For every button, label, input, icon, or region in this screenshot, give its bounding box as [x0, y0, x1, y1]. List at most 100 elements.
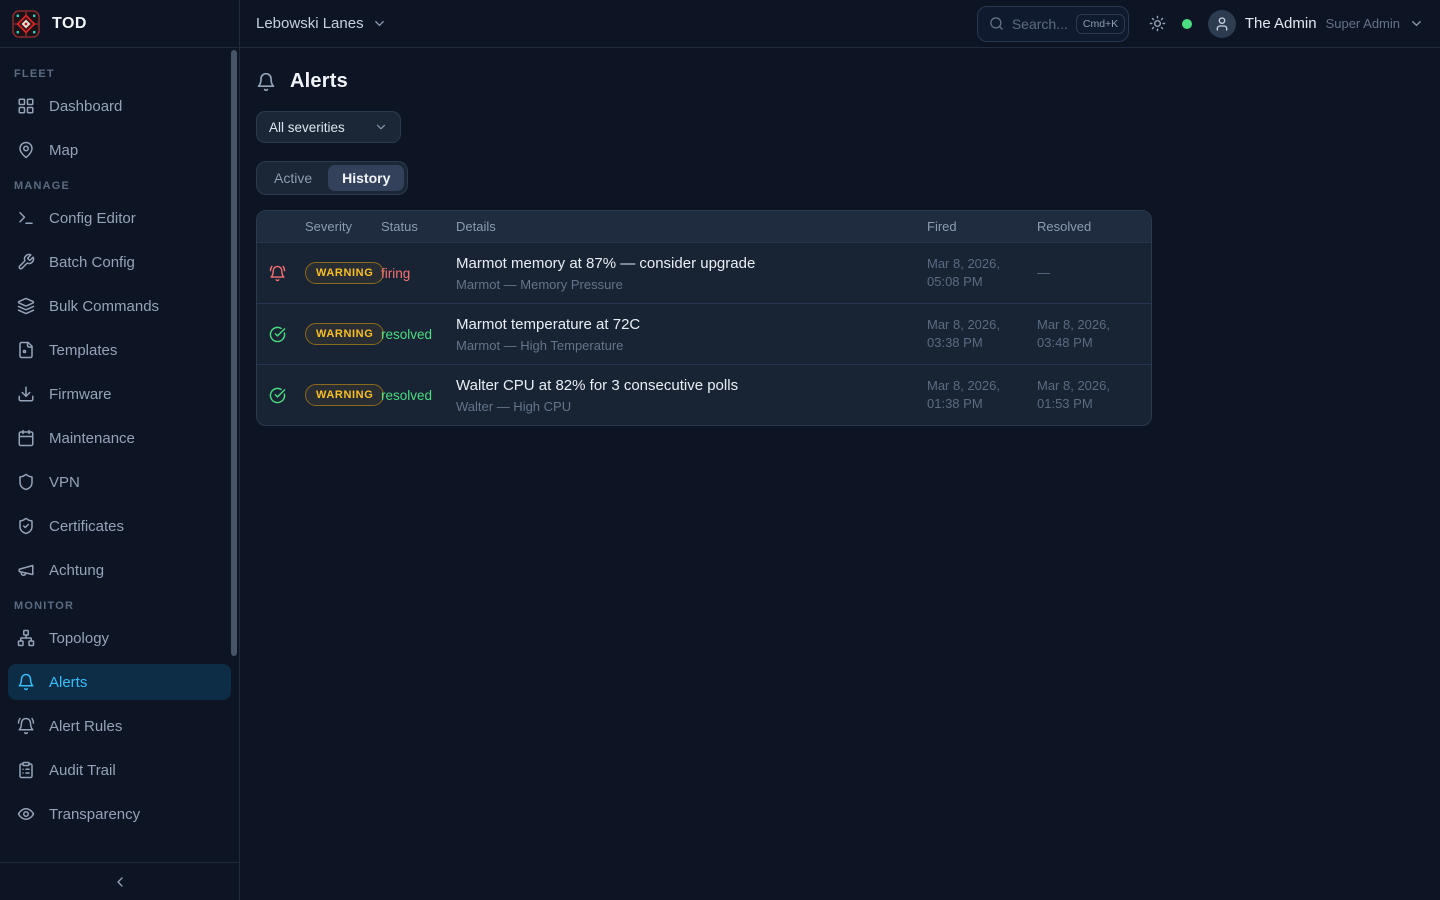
terminal-icon [17, 209, 35, 227]
sidebar-item-templates[interactable]: Templates [8, 332, 231, 368]
search-input[interactable]: Search... Cmd+K [977, 6, 1129, 42]
brand-name: TOD [52, 15, 87, 33]
site-selector[interactable]: Lebowski Lanes [256, 15, 387, 32]
resolved-time: Mar 8, 2026, 03:48 PM [1029, 316, 1151, 351]
sidebar-item-transparency[interactable]: Transparency [8, 796, 231, 832]
sidebar-item-maintenance[interactable]: Maintenance [8, 420, 231, 456]
fired-time: Mar 8, 2026, 03:38 PM [919, 316, 1029, 351]
sidebar-scrollbar[interactable] [231, 50, 237, 656]
sidebar-collapse-button[interactable] [0, 862, 239, 900]
sidebar-item-firmware[interactable]: Firmware [8, 376, 231, 412]
topbar: Lebowski Lanes Search... Cmd+K The Admin… [240, 0, 1440, 48]
page-title: Alerts [290, 70, 348, 93]
chevron-down-icon [372, 16, 387, 31]
sidebar-item-label: Audit Trail [49, 762, 116, 779]
alert-subtitle: Marmot — Memory Pressure [456, 277, 911, 292]
sidebar: TOD Fleet Dashboard Map Manage Config Ed… [0, 0, 240, 900]
sidebar-item-achtung[interactable]: Achtung [8, 552, 231, 588]
section-label-manage: Manage [8, 180, 231, 192]
calendar-icon [17, 429, 35, 447]
sidebar-item-vpn[interactable]: VPN [8, 464, 231, 500]
sidebar-item-label: Achtung [49, 562, 104, 579]
sidebar-item-label: Maintenance [49, 430, 135, 447]
alerts-page: Alerts All severities Active History Sev… [240, 48, 1440, 426]
column-header-details: Details [448, 219, 919, 234]
sidebar-item-label: Firmware [49, 386, 112, 403]
wrench-icon [17, 253, 35, 271]
chevron-down-icon [1409, 16, 1424, 31]
bell-ring-icon [17, 717, 35, 735]
brand-logo-icon [12, 10, 40, 38]
sidebar-item-label: Topology [49, 630, 109, 647]
sidebar-item-bulk-commands[interactable]: Bulk Commands [8, 288, 231, 324]
file-icon [17, 341, 35, 359]
table-row[interactable]: WARNING firing Marmot memory at 87% — co… [257, 242, 1151, 303]
check-circle-icon [257, 387, 297, 404]
fired-time: Mar 8, 2026, 01:38 PM [919, 377, 1029, 412]
shield-check-icon [17, 517, 35, 535]
bell-ring-icon [257, 265, 297, 282]
sidebar-item-alert-rules[interactable]: Alert Rules [8, 708, 231, 744]
alert-title: Walter CPU at 82% for 3 consecutive poll… [456, 377, 911, 394]
eye-icon [17, 805, 35, 823]
layout-dashboard-icon [17, 97, 35, 115]
user-role-badge: Super Admin [1326, 16, 1400, 31]
layers-icon [17, 297, 35, 315]
sidebar-item-certificates[interactable]: Certificates [8, 508, 231, 544]
column-header-status: Status [373, 219, 448, 234]
sidebar-item-topology[interactable]: Topology [8, 620, 231, 656]
alert-subtitle: Marmot — High Temperature [456, 338, 911, 353]
map-pin-icon [17, 141, 35, 159]
sidebar-item-label: Batch Config [49, 254, 135, 271]
table-row[interactable]: WARNING resolved Marmot temperature at 7… [257, 303, 1151, 364]
bell-icon [17, 673, 35, 691]
tab-history[interactable]: History [328, 165, 404, 191]
chevron-left-icon [112, 874, 128, 890]
user-name: The Admin [1245, 15, 1317, 32]
sun-icon [1149, 15, 1166, 32]
sidebar-item-dashboard[interactable]: Dashboard [8, 88, 231, 124]
sidebar-item-map[interactable]: Map [8, 132, 231, 168]
sidebar-item-batch-config[interactable]: Batch Config [8, 244, 231, 280]
column-header-fired: Fired [919, 219, 1029, 234]
app-root: TOD Fleet Dashboard Map Manage Config Ed… [0, 0, 1440, 900]
user-icon [1214, 16, 1230, 32]
main-area: Lebowski Lanes Search... Cmd+K The Admin… [240, 0, 1440, 900]
status-text: resolved [373, 388, 448, 403]
alert-title: Marmot temperature at 72C [456, 316, 911, 333]
search-placeholder: Search... [1012, 16, 1068, 32]
status-text: firing [373, 266, 448, 281]
theme-toggle-button[interactable] [1149, 15, 1166, 32]
sidebar-item-config-editor[interactable]: Config Editor [8, 200, 231, 236]
table-row[interactable]: WARNING resolved Walter CPU at 82% for 3… [257, 364, 1151, 425]
column-header-resolved: Resolved [1029, 219, 1151, 234]
sidebar-item-label: Templates [49, 342, 117, 359]
page-header: Alerts [256, 70, 1424, 93]
column-header-severity: Severity [297, 219, 373, 234]
bell-icon [256, 72, 276, 92]
severity-filter-select[interactable]: All severities [256, 111, 401, 143]
search-icon [989, 16, 1004, 31]
user-menu[interactable]: The Admin Super Admin [1208, 10, 1424, 38]
shield-icon [17, 473, 35, 491]
alerts-view-tabs: Active History [256, 161, 408, 195]
sidebar-item-label: VPN [49, 474, 80, 491]
sidebar-item-audit-trail[interactable]: Audit Trail [8, 752, 231, 788]
connection-status-dot [1182, 19, 1192, 29]
severity-filter-value: All severities [269, 120, 345, 135]
download-icon [17, 385, 35, 403]
section-label-fleet: Fleet [8, 68, 231, 80]
resolved-time: — [1029, 264, 1151, 282]
alert-title: Marmot memory at 87% — consider upgrade [456, 255, 911, 272]
status-text: resolved [373, 327, 448, 342]
sidebar-header: TOD [0, 0, 239, 48]
site-selector-label: Lebowski Lanes [256, 15, 364, 32]
sidebar-item-label: Certificates [49, 518, 124, 535]
sidebar-item-label: Bulk Commands [49, 298, 159, 315]
sidebar-item-alerts[interactable]: Alerts [8, 664, 231, 700]
section-label-monitor: Monitor [8, 600, 231, 612]
sidebar-item-label: Transparency [49, 806, 140, 823]
avatar [1208, 10, 1236, 38]
tab-active[interactable]: Active [260, 165, 326, 191]
check-circle-icon [257, 326, 297, 343]
